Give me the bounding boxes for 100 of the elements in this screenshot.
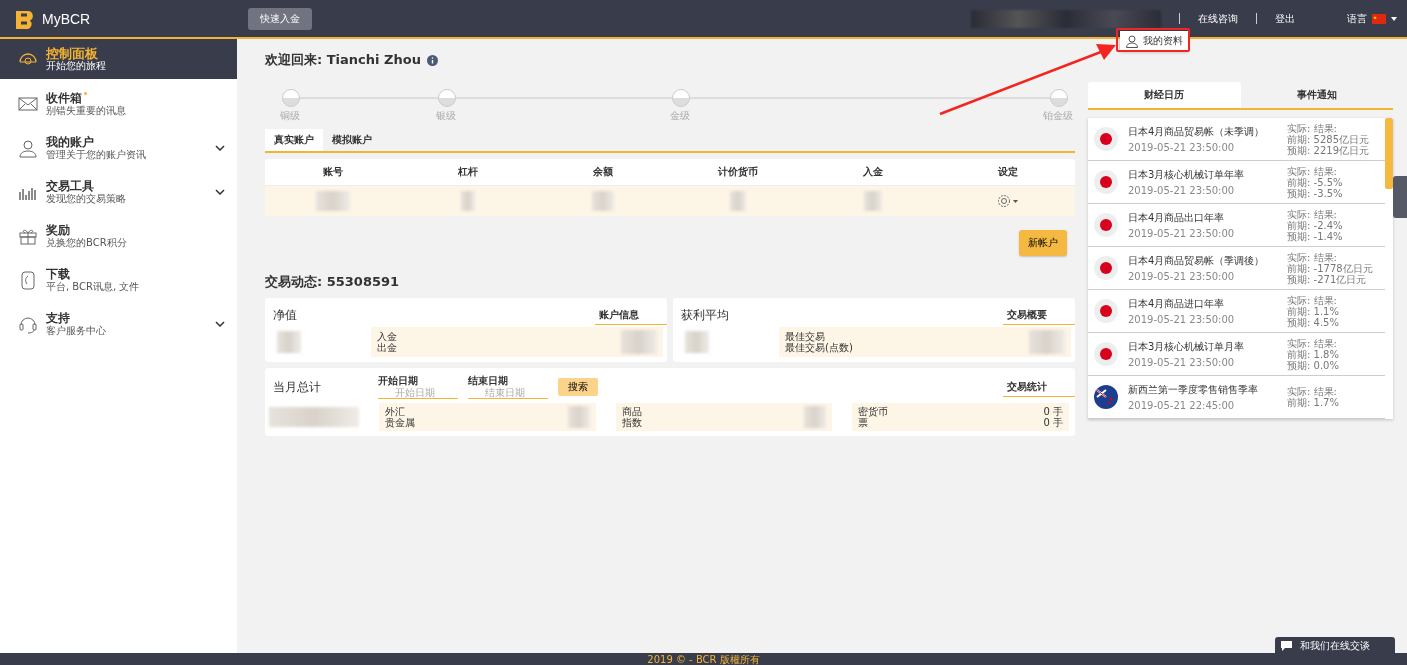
event-stat: 预期: 2219亿日元 [1287, 144, 1370, 156]
card-tab[interactable]: 账户信息 [595, 305, 667, 325]
event-time: 2019-05-21 23:50:00 [1128, 271, 1236, 282]
phone-icon [18, 270, 38, 290]
copyright-text: 2019 © - BCR 版權所有 [647, 654, 760, 665]
date-input[interactable]: 结束日期 [468, 386, 548, 399]
item-title: 控制面板 [46, 47, 98, 60]
field-label: 结束日期 [468, 375, 509, 386]
card-tab[interactable]: 交易统计 [1003, 377, 1075, 397]
scrollbar-thumb[interactable] [1385, 118, 1393, 189]
field-label: 贵金属 [385, 417, 415, 428]
event-stat: 实际: 结果: [1287, 294, 1338, 306]
header-link[interactable]: 在线咨询 [1198, 11, 1238, 26]
card-title: 获利平均 [681, 306, 729, 324]
event-stat: 实际: 结果: [1287, 251, 1338, 263]
level-marker [671, 89, 690, 107]
event-row[interactable]: 日本4月商品贸易帐（季调後） 2019-05-21 23:50:00 实际: 结果: 前期: -1778亿日元 预期: -271亿日元 [1088, 247, 1385, 290]
item-title: 交易工具 [46, 180, 94, 193]
field-label: 密货币 [858, 406, 889, 417]
card-tab[interactable]: 交易概要 [1003, 305, 1075, 325]
redacted-block [863, 191, 882, 211]
sidebar-item[interactable]: 奖励 兑换您的BCR积分 [0, 214, 237, 258]
field-label: 入金 [377, 331, 397, 342]
item-title: 奖励 [46, 224, 70, 237]
chat-button[interactable]: 和我们在线交谈 [1275, 637, 1395, 655]
flag-icon [1094, 256, 1118, 280]
redacted-block [567, 406, 590, 428]
item-subtitle: 兑换您的BCR积分 [46, 237, 128, 248]
field-value: 0 手 [1043, 406, 1063, 417]
deposit-button[interactable]: 快速入金 [248, 7, 313, 30]
sidebar-item[interactable]: 我的账户 管理关于您的账户资讯 [0, 126, 237, 170]
event-stat: 预期: -3.5% [1287, 187, 1344, 199]
user-icon [18, 138, 38, 158]
redacted-block [591, 191, 614, 211]
sidebar-item[interactable]: 收件箱 别错失重要的讯息 [0, 82, 237, 126]
side-panel-handle[interactable] [1393, 176, 1407, 218]
date-input[interactable]: 开始日期 [378, 386, 458, 399]
search-button[interactable]: 搜索 [558, 378, 598, 396]
item-subtitle: 发现您的交易策略 [46, 193, 127, 204]
event-title: 新西兰第一季度零售销售季率 [1128, 383, 1259, 397]
event-row[interactable]: 日本4月商品出口年率 2019-05-21 23:50:00 实际: 结果: 前期: -2.4% 预期: -1.4% [1088, 204, 1385, 247]
event-stat: 实际: 结果: [1287, 337, 1338, 349]
event-time: 2019-05-21 23:50:00 [1128, 185, 1236, 196]
settings-menu[interactable] [997, 194, 1018, 208]
field-label: 票 [858, 417, 870, 428]
caret-icon [1013, 199, 1018, 203]
event-row[interactable]: 日本4月商品贸易帐（未季调） 2019-05-21 23:50:00 实际: 结果: 前期: 5285亿日元 预期: 2219亿日元 [1088, 118, 1385, 161]
sidebar-item[interactable]: 交易工具 发现您的交易策略 [0, 170, 237, 214]
language-menu[interactable]: 语言 [1347, 11, 1397, 26]
event-time: 2019-05-21 23:50:00 [1128, 314, 1236, 325]
redacted-block [277, 331, 301, 353]
item-subtitle: 开始您的旅程 [46, 60, 107, 71]
event-stat: 预期: 0.0% [1287, 359, 1340, 371]
sidebar-item[interactable]: 控制面板 开始您的旅程 [0, 39, 237, 79]
sidebar-item[interactable]: 支持 客户服务中心 [0, 302, 237, 346]
redacted-block [460, 191, 475, 211]
new-account-button[interactable]: 新帐户 [1019, 230, 1067, 256]
column-header: 设定 [996, 165, 1019, 179]
event-row[interactable]: 日本3月核心机械订单年率 2019-05-21 23:50:00 实际: 结果: 前期: -5.5% 预期: -3.5% [1088, 161, 1385, 204]
column-header: 杠杆 [456, 165, 479, 179]
event-stat: 前期: 1.7% [1287, 397, 1340, 408]
event-stat: 实际: 结果: [1287, 122, 1338, 134]
sidebar-item[interactable]: 下载 平台, BCR讯息, 文件 [0, 258, 237, 302]
event-stat: 实际: 结果: [1287, 165, 1338, 177]
profile-menu-item[interactable]: 我的资料 [1123, 33, 1185, 49]
flag-icon [1094, 170, 1118, 194]
redacted-block [621, 330, 657, 354]
event-stat: 实际: 结果: [1287, 386, 1338, 397]
event-stat: 预期: 4.5% [1287, 316, 1340, 328]
event-row[interactable]: 日本3月核心机械订单月率 2019-05-21 23:50:00 实际: 结果: 前期: 1.8% 预期: 0.0% [1088, 333, 1385, 376]
item-title: 下载 [46, 268, 70, 281]
flag-icon [1094, 342, 1118, 366]
calendar-tab[interactable]: 财经日历 [1088, 82, 1241, 110]
event-stat: 前期: 1.8% [1287, 348, 1340, 360]
event-row[interactable]: 新西兰第一季度零售销售季率 2019-05-21 22:45:00 实际: 结果: 前期: 1.7% [1088, 376, 1385, 419]
event-stat: 前期: 5285亿日元 [1287, 133, 1370, 145]
calendar-tab[interactable]: 事件通知 [1240, 82, 1393, 108]
logo-icon [14, 8, 36, 29]
header-link[interactable]: 登出 [1275, 11, 1295, 26]
event-stat: 预期: -1.4% [1287, 230, 1344, 242]
item-title: 我的账户 [46, 136, 94, 149]
level-label: 铜级 [280, 109, 300, 123]
account-tab[interactable]: 模拟账户 [323, 129, 381, 151]
card-title: 当月总计 [273, 378, 322, 396]
event-title: 日本4月商品贸易帐（未季调） [1128, 125, 1266, 139]
event-time: 2019-05-21 23:50:00 [1128, 228, 1236, 239]
event-time: 2019-05-21 23:50:00 [1128, 142, 1236, 153]
headset-icon [18, 314, 38, 334]
event-stat: 前期: -1778亿日元 [1287, 262, 1374, 274]
welcome-heading: 欢迎回来: Tianchi Zhou [265, 51, 421, 69]
event-row[interactable]: 日本4月商品进口年率 2019-05-21 23:50:00 实际: 结果: 前期: 1.1% 预期: 4.5% [1088, 290, 1385, 333]
redacted-block [804, 406, 827, 428]
event-stat: 前期: -5.5% [1287, 176, 1344, 188]
event-title: 日本4月商品进口年率 [1128, 297, 1226, 311]
flag-icon [1094, 385, 1118, 409]
caret-icon [1391, 16, 1397, 21]
account-tab[interactable]: 真实账户 [265, 129, 323, 153]
field-label: 出金 [377, 342, 397, 353]
flag-icon [1094, 213, 1118, 237]
flag-icon [1094, 299, 1118, 323]
